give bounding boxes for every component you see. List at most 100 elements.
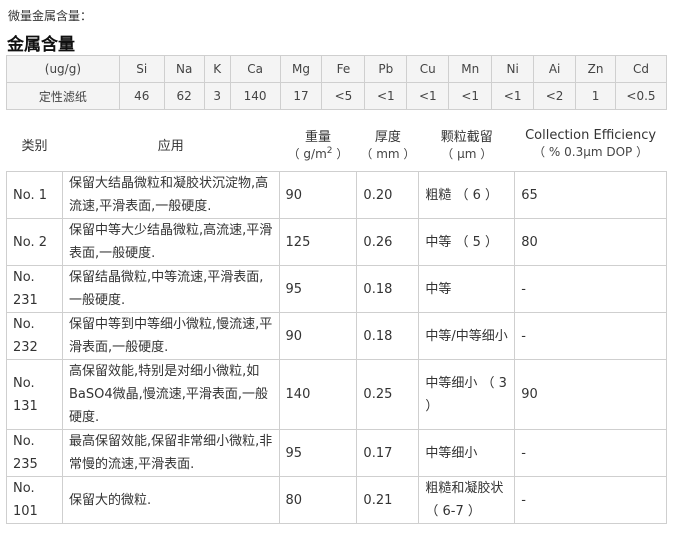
product-thickness: 0.21 [356, 476, 420, 524]
metal-value-cell: 3 [203, 82, 231, 110]
metal-value-cell: <0.5 [615, 82, 667, 110]
application-header: 应用 [157, 138, 184, 154]
product-application: 高保留效能,特别是对细小微粒,如BaSO4微晶,慢流速,平滑表面,一般硬度. [61, 359, 280, 430]
retention-unit: （ μm ） [441, 147, 493, 161]
product-weight: 90 [278, 312, 358, 360]
product-efficiency: - [514, 312, 667, 360]
weight-unit-post: ） [332, 147, 349, 161]
product-retention: 粗糙 （ 6 ） [418, 171, 516, 219]
product-efficiency: - [514, 265, 667, 313]
metal-header-cell: (ug/g) [6, 55, 120, 83]
product-retention: 中等细小 [418, 429, 516, 477]
retention-header-line1: 颗粒截留 [440, 130, 493, 145]
filter-paper-table: 类别 应用 重量 （ g/m2 ） 厚度 （ mm ） 颗粒截留 （ μm ） … [6, 117, 667, 524]
retention-header: 颗粒截留 （ μm ） [419, 117, 515, 172]
table-row: No. 232 保留中等到中等细小微粒,慢流速,平滑表面,一般硬度. 90 0.… [6, 312, 667, 360]
metal-value-cell: <1 [491, 82, 535, 110]
metal-value-row: 定性滤纸 46 62 3 140 17 <5 <1 <1 <1 <1 <2 1 … [6, 82, 667, 110]
product-thickness: 0.20 [356, 171, 420, 219]
product-name: No. 235 [6, 429, 63, 477]
product-weight: 140 [278, 359, 358, 430]
table-row: No. 1 保留大结晶微粒和凝胶状沉淀物,高流速,平滑表面,一般硬度. 90 0… [6, 171, 667, 219]
section-caption: 微量金属含量： [8, 9, 93, 23]
metal-value-cell: <2 [533, 82, 577, 110]
weight-header-line1: 重量 [304, 130, 331, 145]
metal-header-cell: Si [118, 55, 165, 83]
table-row: No. 235 最高保留效能,保留非常细小微粒,非常慢的流速,平滑表面. 95 … [6, 429, 667, 477]
metal-header-cell: Zn [575, 55, 616, 83]
metal-header-cell: Ca [229, 55, 281, 83]
product-application: 保留大结晶微粒和凝胶状沉淀物,高流速,平滑表面,一般硬度. [61, 171, 280, 219]
table-row: No. 131 高保留效能,特别是对细小微粒,如BaSO4微晶,慢流速,平滑表面… [6, 359, 667, 430]
product-name: No. 101 [6, 476, 63, 524]
weight-unit-pre: （ g/m [287, 147, 327, 161]
product-retention: 中等/中等细小 [418, 312, 516, 360]
metal-header-row: (ug/g) Si Na K Ca Mg Fe Pb Cu Mn Ni Ai Z… [6, 55, 667, 83]
product-name: No. 2 [6, 218, 63, 266]
product-weight: 80 [278, 476, 358, 524]
metal-content-table: (ug/g) Si Na K Ca Mg Fe Pb Cu Mn Ni Ai Z… [6, 55, 667, 110]
metal-header-cell: Cu [406, 55, 450, 83]
metal-header-cell: Pb [364, 55, 408, 83]
table-row: No. 231 保留结晶微粒,中等流速,平滑表面,一般硬度. 95 0.18 中… [6, 265, 667, 313]
efficiency-header: Collection Efficiency （ % 0.3μm DOP ） [515, 117, 667, 172]
metal-value-cell: 46 [118, 82, 165, 110]
product-efficiency: 80 [514, 218, 667, 266]
metal-value-cell: 62 [163, 82, 205, 110]
metal-header-cell: Mg [279, 55, 323, 83]
product-application: 保留中等大少结晶微粒,高流速,平滑表面,一般硬度. [61, 218, 280, 266]
table-row: No. 2 保留中等大少结晶微粒,高流速,平滑表面,一般硬度. 125 0.26… [6, 218, 667, 266]
thickness-header-line1: 厚度 [374, 130, 401, 145]
metal-header-cell: Na [163, 55, 205, 83]
product-name: No. 231 [6, 265, 63, 313]
table-row: No. 101 保留大的微粒. 80 0.21 粗糙和凝胶状 （ 6-7 ） - [6, 476, 667, 524]
product-application: 保留大的微粒. [61, 476, 280, 524]
product-weight: 95 [278, 265, 358, 313]
product-efficiency: 90 [514, 359, 667, 430]
product-weight: 125 [278, 218, 358, 266]
metal-header-cell: K [203, 55, 231, 83]
metal-value-cell: 1 [575, 82, 616, 110]
metal-value-cell: 140 [229, 82, 281, 110]
product-thickness: 0.26 [356, 218, 420, 266]
product-thickness: 0.18 [356, 312, 420, 360]
weight-unit: （ g/m2 ） [279, 145, 357, 162]
efficiency-header-line1: Collection Efficiency [525, 128, 657, 143]
page-title: 金属含量 [7, 35, 75, 55]
metal-value-cell: <1 [406, 82, 450, 110]
metal-header-cell: Ai [533, 55, 577, 83]
product-retention: 中等 [418, 265, 516, 313]
metal-value-cell: <1 [364, 82, 408, 110]
product-application: 最高保留效能,保留非常细小微粒,非常慢的流速,平滑表面. [61, 429, 280, 477]
product-retention: 中等细小 （ 3 ） [418, 359, 516, 430]
product-name: No. 131 [6, 359, 63, 430]
metal-header-cell: Cd [615, 55, 667, 83]
product-name: No. 1 [6, 171, 63, 219]
metal-header-cell: Mn [448, 55, 493, 83]
metal-value-cell: <1 [448, 82, 493, 110]
product-thickness: 0.25 [356, 359, 420, 430]
product-efficiency: 65 [514, 171, 667, 219]
efficiency-unit: （ % 0.3μm DOP ） [533, 145, 649, 159]
weight-header: 重量 （ g/m2 ） [279, 117, 357, 172]
product-application: 保留中等到中等细小微粒,慢流速,平滑表面,一般硬度. [61, 312, 280, 360]
product-efficiency: - [514, 476, 667, 524]
product-thickness: 0.18 [356, 265, 420, 313]
product-weight: 95 [278, 429, 358, 477]
product-thickness: 0.17 [356, 429, 420, 477]
metal-header-cell: Ni [491, 55, 535, 83]
category-header: 类别 [21, 138, 48, 154]
product-efficiency: - [514, 429, 667, 477]
product-application: 保留结晶微粒,中等流速,平滑表面,一般硬度. [61, 265, 280, 313]
product-name: No. 232 [6, 312, 63, 360]
metal-value-cell: 17 [279, 82, 323, 110]
metal-header-cell: Fe [321, 55, 366, 83]
product-retention: 粗糙和凝胶状 （ 6-7 ） [418, 476, 516, 524]
product-header-row: 类别 应用 重量 （ g/m2 ） 厚度 （ mm ） 颗粒截留 （ μm ） … [7, 117, 667, 172]
product-weight: 90 [278, 171, 358, 219]
thickness-header: 厚度 （ mm ） [357, 117, 419, 172]
metal-value-cell: 定性滤纸 [6, 82, 120, 110]
thickness-unit: （ mm ） [360, 147, 416, 161]
product-retention: 中等 （ 5 ） [418, 218, 516, 266]
metal-value-cell: <5 [321, 82, 366, 110]
